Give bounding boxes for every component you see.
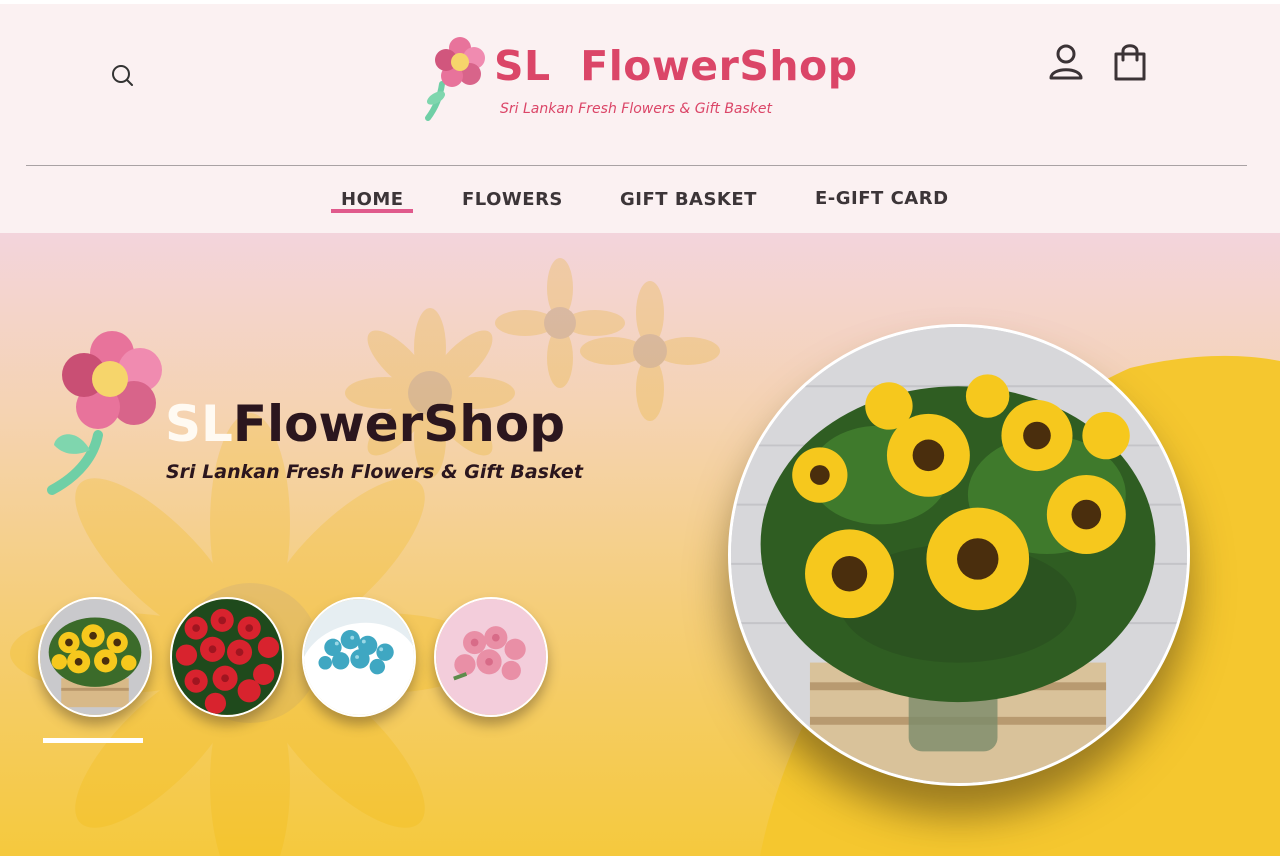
thumbnail-sunflower-bouquet[interactable] [38, 597, 152, 717]
thumbnail-active-indicator [43, 738, 143, 743]
blue-flowers-image [304, 599, 414, 715]
brand-logo[interactable]: SL FlowerShop Sri Lankan Fresh Flowers &… [420, 32, 857, 127]
thumbnail-red-roses[interactable] [170, 597, 284, 717]
search-icon[interactable] [108, 61, 136, 89]
hero-tagline: Sri Lankan Fresh Flowers & Gift Basket [166, 461, 583, 483]
brand-name: SL FlowerShop [494, 42, 858, 90]
sunflower-bouquet-image [40, 599, 150, 715]
brand-tagline: Sri Lankan Fresh Flowers & Gift Basket [500, 101, 773, 117]
hero-section: SLFlowerShop Sri Lankan Fresh Flowers & … [0, 233, 1280, 856]
site-header: SL FlowerShop Sri Lankan Fresh Flowers &… [0, 0, 1280, 233]
header-divider [26, 165, 1247, 166]
product-thumbnails [38, 597, 558, 727]
hero-title: SLFlowerShop [165, 395, 565, 453]
user-icon[interactable] [1046, 42, 1086, 82]
hero-title-prefix: SL [165, 395, 233, 453]
featured-product-image [728, 324, 1190, 786]
nav-flowers[interactable]: FLOWERS [462, 189, 563, 210]
flower-logo-icon [47, 331, 162, 495]
red-roses-image [172, 599, 282, 715]
nav-e-gift-card[interactable]: E-GIFT CARD [815, 188, 949, 209]
sunflower-vase-image [731, 327, 1187, 783]
nav-active-underline [331, 209, 413, 213]
shopping-bag-icon[interactable] [1110, 42, 1150, 84]
thumbnail-pink-roses[interactable] [434, 597, 548, 717]
flower-logo-icon [425, 37, 485, 121]
thumbnail-blue-flowers[interactable] [302, 597, 416, 717]
main-nav: HOME FLOWERS GIFT BASKET E-GIFT CARD [0, 184, 1280, 224]
nav-home[interactable]: HOME [341, 189, 404, 210]
pink-roses-image [436, 599, 546, 715]
nav-gift-basket[interactable]: GIFT BASKET [620, 189, 757, 210]
hero-title-main: FlowerShop [232, 395, 566, 453]
header-top-strip [0, 0, 1280, 4]
hero-brand-block: SLFlowerShop Sri Lankan Fresh Flowers & … [40, 325, 600, 505]
